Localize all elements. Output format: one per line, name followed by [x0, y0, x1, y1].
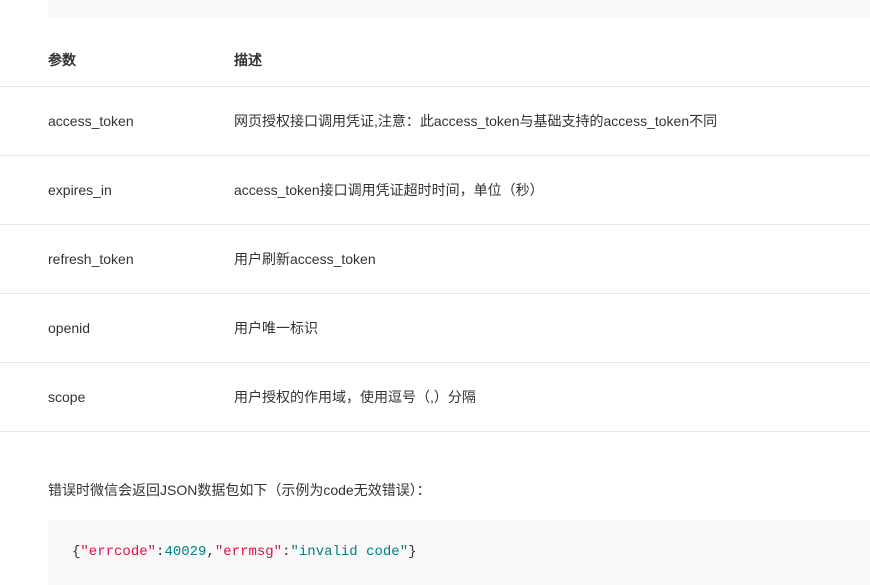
top-code-block-bottom [48, 0, 870, 18]
header-desc: 描述 [234, 34, 870, 87]
table-row: openid 用户唯一标识 [0, 294, 870, 363]
table-row: scope 用户授权的作用域，使用逗号（,）分隔 [0, 363, 870, 432]
header-param: 参数 [0, 34, 234, 87]
cell-desc: 用户唯一标识 [234, 294, 870, 363]
code-brace-close: } [408, 544, 416, 560]
cell-param: refresh_token [0, 225, 234, 294]
cell-desc: access_token接口调用凭证超时时间，单位（秒） [234, 156, 870, 225]
params-table: 参数 描述 access_token 网页授权接口调用凭证,注意：此access… [0, 34, 870, 432]
code-key-errcode: "errcode" [80, 544, 156, 560]
code-val-errmsg: "invalid code" [290, 544, 408, 560]
cell-desc: 网页授权接口调用凭证,注意：此access_token与基础支持的access_… [234, 87, 870, 156]
cell-param: access_token [0, 87, 234, 156]
table-header-row: 参数 描述 [0, 34, 870, 87]
cell-desc: 用户刷新access_token [234, 225, 870, 294]
table-row: refresh_token 用户刷新access_token [0, 225, 870, 294]
table-row: access_token 网页授权接口调用凭证,注意：此access_token… [0, 87, 870, 156]
table-row: expires_in access_token接口调用凭证超时时间，单位（秒） [0, 156, 870, 225]
code-val-errcode: 40029 [164, 544, 206, 560]
cell-param: openid [0, 294, 234, 363]
code-comma: , [206, 544, 214, 560]
cell-desc: 用户授权的作用域，使用逗号（,）分隔 [234, 363, 870, 432]
cell-param: expires_in [0, 156, 234, 225]
code-key-errmsg: "errmsg" [215, 544, 282, 560]
cell-param: scope [0, 363, 234, 432]
error-note: 错误时微信会返回JSON数据包如下（示例为code无效错误）： [48, 480, 870, 500]
error-code-block: {"errcode":40029,"errmsg":"invalid code"… [48, 520, 870, 585]
